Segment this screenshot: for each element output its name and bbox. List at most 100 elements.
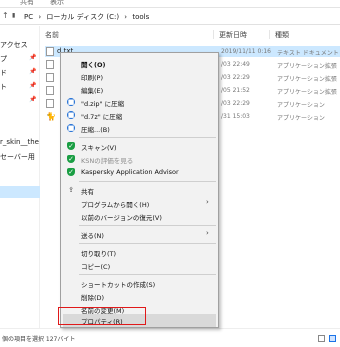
menu-item-cut[interactable]: 切り取り(T) — [63, 246, 216, 258]
nav-selected-item[interactable] — [0, 186, 40, 198]
menu-item-label: 削除(D) — [81, 294, 105, 302]
text-file-icon — [46, 47, 54, 56]
menu-item-label: ショートカットの作成(S) — [81, 281, 156, 289]
details-view-icon[interactable] — [318, 335, 325, 342]
nav-item[interactable]: ト — [0, 82, 7, 92]
menu-item-scan[interactable]: ✓ スキャン(V) — [63, 140, 216, 152]
menu-item-label: 編集(E) — [81, 87, 104, 95]
file-type: アプリケーション — [277, 115, 325, 122]
ribbon-tab-share[interactable]: 共有 — [20, 0, 34, 7]
menu-item-open-with[interactable]: プログラムから開く(H) › — [63, 197, 216, 209]
ribbon-tabs: 共有 表示 — [0, 0, 340, 8]
exe-file-icon — [46, 99, 54, 108]
menu-item-create-shortcut[interactable]: ショートカットの作成(S) — [63, 277, 216, 289]
menu-item-label: 切り取り(T) — [81, 250, 117, 258]
menu-item-edit[interactable]: 編集(E) — [63, 83, 216, 95]
menu-item-label: 圧縮...(B) — [81, 126, 110, 134]
menu-item-label: "d.zip" に圧縮 — [81, 100, 125, 108]
menu-item-label: 送る(N) — [81, 232, 104, 240]
menu-item-compress-zip[interactable]: ■ "d.zip" に圧縮 — [63, 96, 216, 108]
crumb-sep: › — [124, 13, 128, 21]
kaspersky-shield-icon: ✓ — [67, 155, 75, 163]
pin-icon: 📌 — [29, 82, 37, 89]
ribbon-tab-view[interactable]: 表示 — [50, 0, 64, 7]
crumb-pc[interactable]: PC — [24, 13, 33, 21]
file-date: /03 22:49 — [221, 61, 250, 68]
dll-file-icon — [46, 86, 54, 95]
menu-item-label: 共有 — [81, 188, 94, 196]
dll-file-icon — [46, 60, 54, 69]
nav-item-quick-access[interactable]: アクセス — [0, 40, 28, 50]
column-header-date[interactable]: 更新日時 — [219, 30, 247, 40]
pin-icon: 📌 — [29, 96, 37, 103]
nav-item[interactable]: r_skin__the — [0, 138, 39, 146]
column-header-type[interactable]: 種類 — [275, 30, 289, 40]
crumb-local-disk[interactable]: ローカル ディスク (C:) — [46, 13, 119, 21]
menu-item-ksn[interactable]: ✓ KSNの評価を見る — [63, 153, 216, 165]
menu-item-label: コピー(C) — [81, 263, 111, 271]
status-bar: 個の項目を選択 127バイト — [0, 328, 340, 347]
status-text: 個の項目を選択 127バイト — [2, 336, 76, 343]
menu-item-compress[interactable]: ■ 圧縮...(B) — [63, 122, 216, 134]
menu-item-label: Kaspersky Application Advisor — [81, 168, 179, 176]
kaspersky-shield-icon: ✓ — [67, 142, 75, 150]
share-icon: ⇪ — [68, 186, 74, 194]
crumb-sep: › — [38, 13, 42, 21]
file-date: /03 22:29 — [221, 74, 250, 81]
breadcrumb[interactable]: PC › ローカル ディスク (C:) › tools — [24, 12, 152, 22]
menu-item-copy[interactable]: コピー(C) — [63, 259, 216, 271]
navigation-pane: アクセス プ 📌 ド 📌 ト 📌 📌 r_skin__the セーバー用 — [0, 26, 40, 328]
menu-separator — [79, 243, 216, 244]
file-type: テキスト ドキュメント — [277, 50, 339, 57]
chevron-right-icon: › — [206, 229, 209, 237]
menu-item-open[interactable]: 開く(O) — [63, 57, 216, 69]
archive-icon: ■ — [67, 124, 75, 132]
file-date: 2019/11/11 0:16 — [221, 48, 271, 55]
menu-item-compress-7z[interactable]: ■ "d.7z" に圧縮 — [63, 109, 216, 121]
menu-item-print[interactable]: 印刷(P) — [63, 70, 216, 82]
kaspersky-shield-icon: ✓ — [67, 168, 75, 176]
column-divider[interactable] — [213, 30, 214, 39]
menu-item-restore[interactable]: 以前のバージョンの復元(V) — [63, 210, 216, 222]
column-header-name[interactable]: 名前 — [45, 30, 59, 40]
menu-separator — [79, 137, 216, 138]
menu-item-delete[interactable]: 削除(D) — [63, 290, 216, 302]
crumb-tools[interactable]: tools — [132, 13, 149, 21]
menu-item-label: 開く(O) — [81, 61, 106, 69]
menu-separator — [79, 181, 216, 182]
dll-file-icon — [46, 73, 54, 82]
up-arrow-icon[interactable]: ↑ — [2, 11, 9, 20]
menu-item-send-to[interactable]: 送る(N) › — [63, 228, 216, 240]
file-type: アプリケーション拡張 — [277, 63, 337, 70]
nav-item[interactable]: セーバー用 — [0, 152, 35, 162]
pin-icon: 📌 — [29, 54, 37, 61]
menu-item-kaspersky-advisor[interactable]: ✓ Kaspersky Application Advisor — [63, 166, 216, 178]
annotation-highlight-box — [58, 307, 146, 325]
nav-item[interactable]: ド — [0, 68, 7, 78]
column-divider[interactable] — [269, 30, 270, 39]
file-type: アプリケーション拡張 — [277, 89, 337, 96]
archive-icon: ■ — [67, 98, 75, 106]
file-date: /05 21:52 — [221, 87, 250, 94]
pin-icon: 📌 — [29, 68, 37, 75]
menu-item-label: プログラムから開く(H) — [81, 201, 150, 209]
file-date: /03 22:29 — [221, 100, 250, 107]
menu-item-label: スキャン(V) — [81, 144, 117, 152]
nav-item[interactable]: プ — [0, 54, 7, 64]
archive-icon: ■ — [67, 111, 75, 119]
menu-item-label: 以前のバージョンの復元(V) — [81, 214, 162, 222]
menu-separator — [79, 274, 216, 275]
file-date: /31 15:03 — [221, 113, 250, 120]
cat-app-icon: 🐈 — [46, 112, 56, 121]
folder-icon: ▮ — [12, 12, 16, 19]
menu-item-label: 印刷(P) — [81, 74, 103, 82]
menu-item-share[interactable]: ⇪ 共有 — [63, 184, 216, 196]
chevron-right-icon: › — [206, 198, 209, 206]
menu-separator — [79, 225, 216, 226]
context-menu: 開く(O) 印刷(P) 編集(E) ■ "d.zip" に圧縮 ■ "d.7z"… — [60, 52, 219, 328]
menu-item-label: "d.7z" に圧縮 — [81, 113, 123, 121]
menu-item-label: KSNの評価を見る — [81, 157, 134, 165]
file-type: アプリケーション — [277, 102, 325, 109]
large-icons-view-icon[interactable] — [329, 335, 336, 342]
address-bar: ↑ ▮ PC › ローカル ディスク (C:) › tools — [0, 8, 340, 25]
